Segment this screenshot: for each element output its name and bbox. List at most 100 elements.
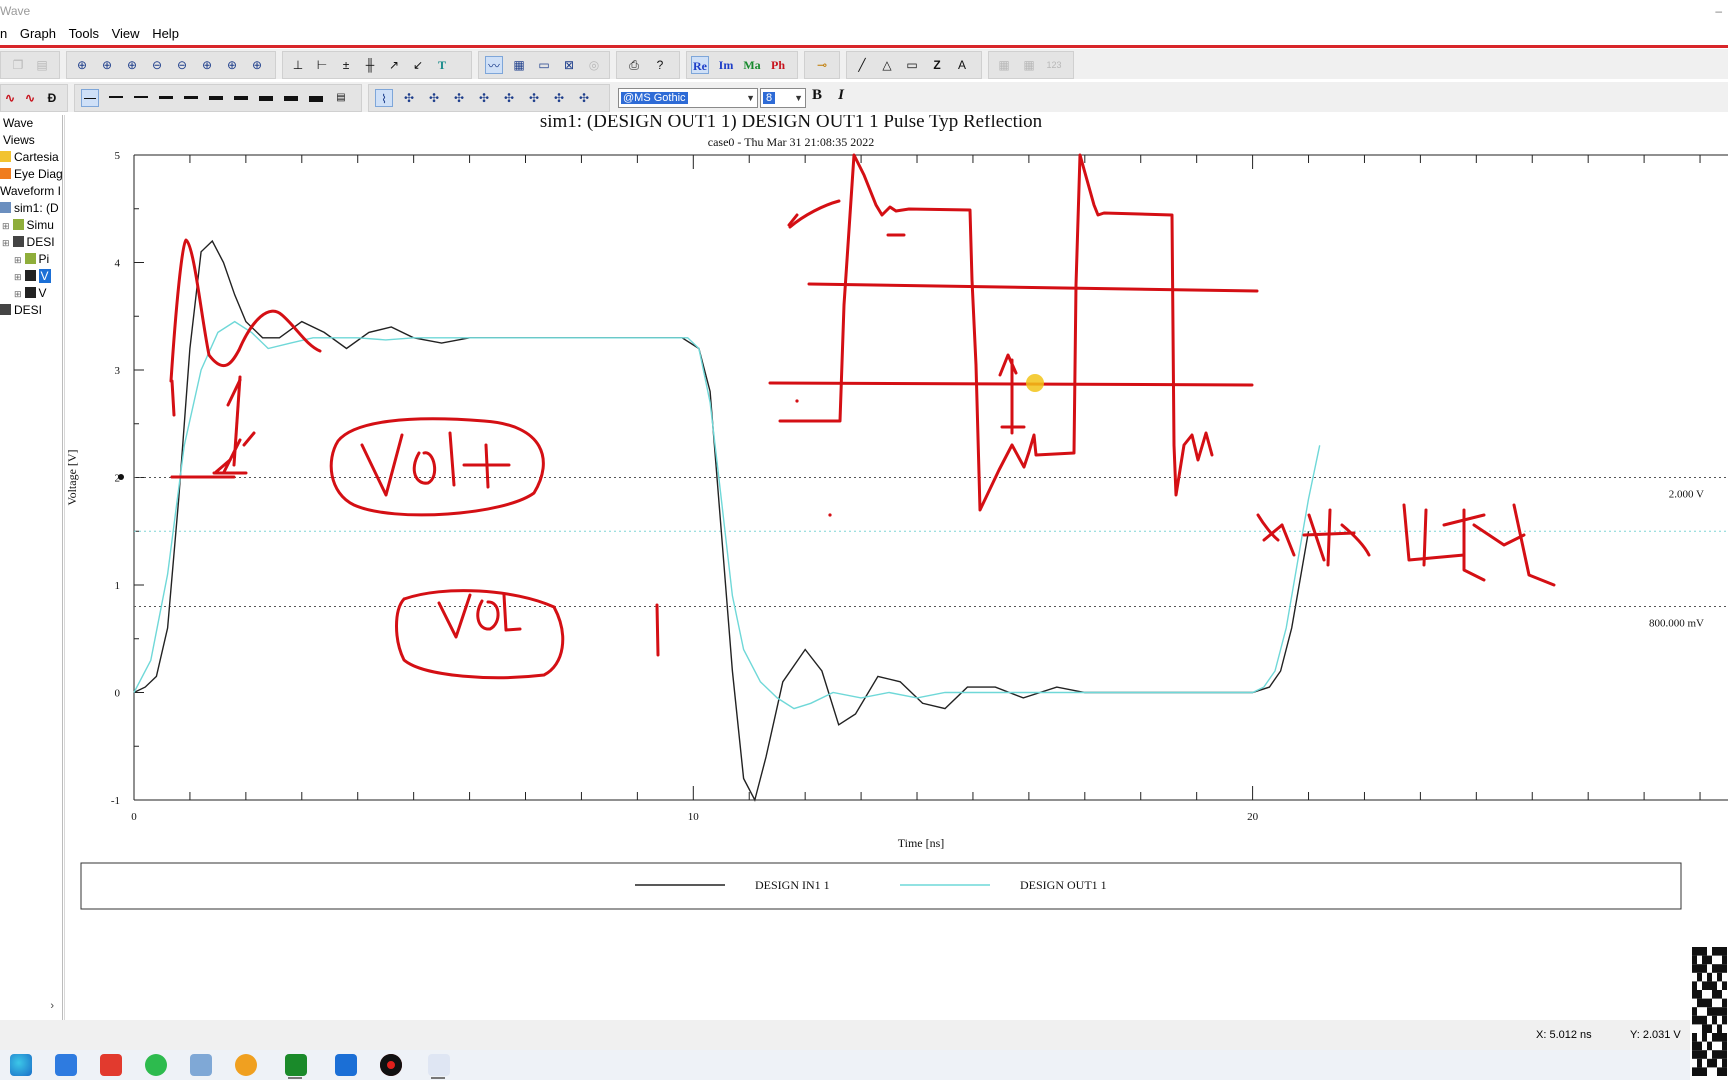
grid-icon[interactable]: ▦ (510, 56, 528, 74)
font-size-select[interactable]: 8 ▼ (760, 88, 806, 108)
line-style-9-icon[interactable] (282, 89, 300, 107)
tree-item[interactable]: Waveform I (0, 183, 61, 199)
expand-icon[interactable]: ⊞ (2, 238, 10, 248)
zoom-in-x-icon[interactable]: ⊕ (123, 56, 141, 74)
line-style-custom-icon[interactable]: ▤ (332, 89, 350, 107)
slope-icon[interactable]: ↙ (409, 56, 427, 74)
tree-item[interactable]: Wave (0, 115, 33, 131)
x-marker-icon[interactable]: ⊢ (313, 56, 331, 74)
copy-icon[interactable]: ❐ (9, 56, 27, 74)
menu-item-view[interactable]: View (112, 23, 140, 45)
help-icon[interactable]: ? (651, 56, 669, 74)
rectangle-tool-icon[interactable]: ▭ (903, 56, 921, 74)
font-name-select[interactable]: @MS Gothic ▼ (618, 88, 758, 108)
menu-item-help[interactable]: Help (152, 23, 179, 45)
marker-style-3-icon[interactable]: ✣ (450, 89, 468, 107)
zoom-all-icon[interactable]: ⊕ (248, 56, 266, 74)
tree-item[interactable]: sim1: (D (0, 200, 59, 216)
edge-icon[interactable] (10, 1054, 32, 1076)
real-button[interactable]: Re (691, 56, 709, 74)
zoom-previous-icon[interactable]: ⊕ (223, 56, 241, 74)
wave-red-icon[interactable]: ∿ (1, 89, 19, 107)
wave-red2-icon[interactable]: ∿ (21, 89, 39, 107)
wechat-icon[interactable] (145, 1054, 167, 1076)
line-style-7-icon[interactable] (232, 89, 250, 107)
line-style-2-icon[interactable] (107, 89, 125, 107)
table-icon[interactable]: ▦ (995, 56, 1013, 74)
phase-button[interactable]: Ph (769, 56, 787, 74)
line-style-1-icon[interactable] (81, 89, 99, 107)
zoom-fit-icon[interactable]: ⊕ (73, 56, 91, 74)
marker-style-7-icon[interactable]: ✣ (550, 89, 568, 107)
tree-item[interactable]: ⊞ Simu (2, 217, 54, 233)
zoom-out-x-icon[interactable]: ⊖ (173, 56, 191, 74)
magnitude-button[interactable]: Ma (743, 56, 761, 74)
tree-item[interactable]: ⊞ V (14, 285, 47, 301)
marker-style-1-icon[interactable]: ✣ (400, 89, 418, 107)
expand-icon[interactable]: ⊞ (14, 272, 22, 282)
y-marker-icon[interactable]: ± (337, 56, 355, 74)
smith-chart-icon[interactable]: ◎ (585, 56, 603, 74)
line-style-6-icon[interactable] (207, 89, 225, 107)
polygon-tool-icon[interactable]: A (953, 56, 971, 74)
wave-db-icon[interactable]: Ð (43, 89, 61, 107)
print-icon[interactable]: ⎙ (625, 56, 643, 74)
tree-item[interactable]: ⊞ V (14, 268, 51, 284)
line-tool-icon[interactable]: ╱ (853, 56, 871, 74)
marker-style-8-icon[interactable]: ✣ (575, 89, 593, 107)
zoom-in-icon[interactable]: ⊕ (98, 56, 116, 74)
wps-icon[interactable] (100, 1054, 122, 1076)
sigrity-icon[interactable] (285, 1054, 307, 1076)
marker-style-5-icon[interactable]: ✣ (500, 89, 518, 107)
histogram-icon[interactable]: ▭ (535, 56, 553, 74)
bold-button[interactable]: B (808, 86, 826, 104)
tree-item[interactable]: Cartesia (0, 149, 59, 165)
line-style-8-icon[interactable] (257, 89, 275, 107)
cartesian-graph-icon[interactable]: 〰 (485, 56, 503, 74)
waveform-chart[interactable]: sim1: (DESIGN OUT1 1) DESIGN OUT1 1 Puls… (64, 115, 1728, 1020)
expand-icon[interactable]: ⊞ (14, 289, 22, 299)
photos-icon[interactable] (335, 1054, 357, 1076)
table-edit-icon[interactable]: ▦ (1020, 56, 1038, 74)
graph-area[interactable]: sim1: (DESIGN OUT1 1) DESIGN OUT1 1 Puls… (64, 115, 1728, 1020)
zoom-out-icon[interactable]: ⊖ (148, 56, 166, 74)
marker-style-6-icon[interactable]: ✣ (525, 89, 543, 107)
chevron-right-icon[interactable]: › (50, 1000, 54, 1012)
menu-item-graph[interactable]: Graph (20, 23, 56, 45)
tree-item[interactable]: DESI (0, 302, 42, 318)
marker-none-icon[interactable]: ⌇ (375, 89, 393, 107)
menu-item-file-partial[interactable]: n (0, 23, 7, 45)
line-style-3-icon[interactable] (132, 89, 150, 107)
files-icon[interactable] (190, 1054, 212, 1076)
tree-item[interactable]: ⊞ DESI (2, 234, 55, 250)
imaginary-button[interactable]: Im (717, 56, 735, 74)
pin-icon[interactable]: ⊸ (813, 56, 831, 74)
marker-style-4-icon[interactable]: ✣ (475, 89, 493, 107)
measure-icon[interactable]: ↗ (385, 56, 403, 74)
zigzag-tool-icon[interactable]: Z (928, 56, 946, 74)
delta-marker-icon[interactable]: ╫ (361, 56, 379, 74)
expand-icon[interactable]: ⊞ (2, 221, 10, 231)
minimize-button[interactable]: – (1715, 0, 1722, 22)
wave-app-icon[interactable] (428, 1054, 450, 1076)
expand-icon[interactable]: ⊞ (14, 255, 22, 265)
line-style-4-icon[interactable] (157, 89, 175, 107)
paste-icon[interactable]: ▤ (33, 56, 51, 74)
record-icon[interactable] (380, 1054, 402, 1076)
tree-horizontal-scrollbar[interactable]: › (0, 1000, 62, 1016)
tree-item[interactable]: Views (0, 132, 35, 148)
tree-item[interactable]: Eye Diag (0, 166, 62, 182)
triangle-tool-icon[interactable]: △ (878, 56, 896, 74)
marker-style-2-icon[interactable]: ✣ (425, 89, 443, 107)
mail-icon[interactable] (55, 1054, 77, 1076)
menu-item-tools[interactable]: Tools (69, 23, 99, 45)
text-tool-icon[interactable]: T (433, 56, 451, 74)
zoom-box-icon[interactable]: ⊕ (198, 56, 216, 74)
line-style-10-icon[interactable] (307, 89, 325, 107)
line-style-5-icon[interactable] (182, 89, 200, 107)
search-app-icon[interactable] (235, 1054, 257, 1076)
number-icon[interactable]: 123 (1045, 56, 1063, 74)
marker-icon[interactable]: ⊥ (289, 56, 307, 74)
italic-button[interactable]: I (832, 86, 850, 104)
tree-item[interactable]: ⊞ Pi (14, 251, 49, 267)
